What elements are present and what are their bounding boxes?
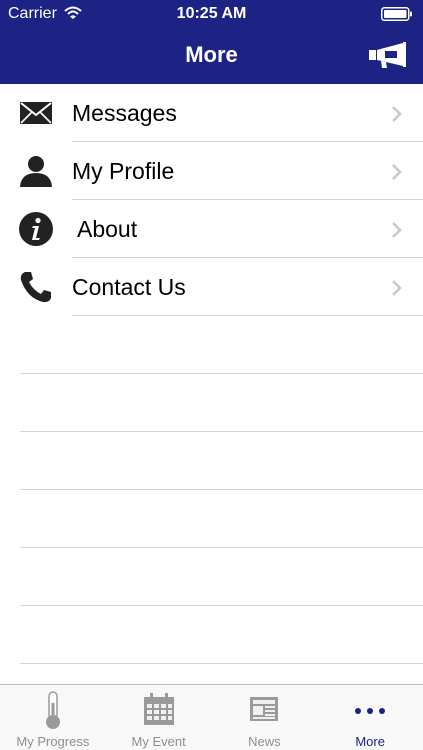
tab-news[interactable]: News	[212, 685, 318, 750]
phone-icon	[20, 272, 51, 303]
tab-more[interactable]: More	[317, 685, 423, 750]
tab-my-progress[interactable]: My Progress	[0, 685, 106, 750]
chevron-right-icon	[392, 106, 402, 122]
empty-row	[0, 548, 423, 606]
status-time: 10:25 AM	[176, 5, 247, 22]
menu-item-label: Contact Us	[72, 274, 186, 300]
navigation-bar: More	[0, 28, 423, 84]
calendar-icon	[143, 693, 174, 725]
megaphone-button[interactable]	[369, 42, 407, 70]
battery-icon	[381, 7, 412, 21]
menu-item-messages[interactable]: Messages	[0, 84, 423, 142]
menu-item-label: My Profile	[72, 158, 175, 184]
chevron-right-icon	[392, 222, 402, 238]
newspaper-icon	[250, 697, 279, 721]
empty-row	[0, 432, 423, 490]
empty-row	[0, 316, 423, 374]
chevron-right-icon	[392, 164, 402, 180]
header: Carrier 10:25 AM More	[0, 0, 423, 84]
envelope-icon	[20, 102, 52, 124]
empty-row	[0, 374, 423, 432]
info-icon	[19, 212, 53, 246]
tab-label: My Event	[131, 734, 186, 749]
chevron-right-icon	[392, 280, 402, 296]
menu-item-label: Messages	[72, 100, 177, 126]
menu-item-my-profile[interactable]: My Profile	[0, 142, 423, 200]
menu-item-about[interactable]: About	[0, 200, 423, 258]
page-title: More	[185, 42, 238, 67]
status-bar: Carrier 10:25 AM	[0, 0, 423, 28]
tab-my-event[interactable]: My Event	[106, 685, 212, 750]
separator	[20, 663, 423, 664]
tab-label: News	[248, 734, 281, 749]
tab-label: More	[355, 734, 385, 749]
more-menu-list: Messages My Profile About Contact Us	[0, 84, 423, 664]
thermometer-icon	[45, 691, 60, 729]
empty-row	[0, 606, 423, 664]
empty-row	[0, 490, 423, 548]
menu-item-label: About	[77, 216, 138, 242]
more-dots-icon	[355, 708, 386, 714]
tab-bar: My Progress My Event News More	[0, 684, 423, 750]
person-icon	[20, 156, 52, 187]
tab-label: My Progress	[16, 734, 90, 749]
menu-item-contact-us[interactable]: Contact Us	[0, 258, 423, 316]
